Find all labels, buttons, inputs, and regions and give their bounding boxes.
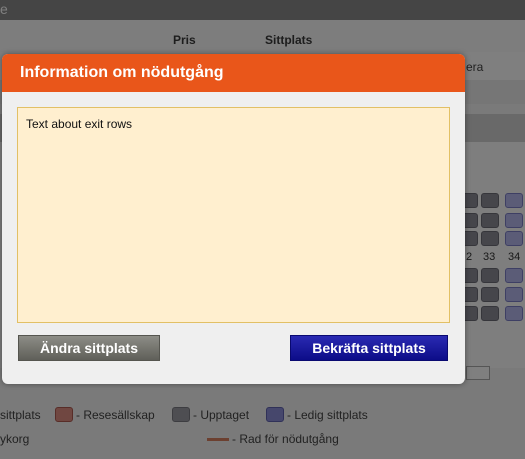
change-seat-button[interactable]: Ändra sittplats bbox=[18, 335, 160, 361]
confirm-seat-button[interactable]: Bekräfta sittplats bbox=[290, 335, 448, 361]
dialog-message-text: Text about exit rows bbox=[26, 117, 133, 131]
exit-row-info-dialog: Information om nödutgång Text about exit… bbox=[2, 54, 465, 384]
dialog-title: Information om nödutgång bbox=[20, 64, 224, 81]
dialog-message-box: Text about exit rows bbox=[17, 107, 450, 323]
dialog-header: Information om nödutgång bbox=[2, 54, 465, 92]
